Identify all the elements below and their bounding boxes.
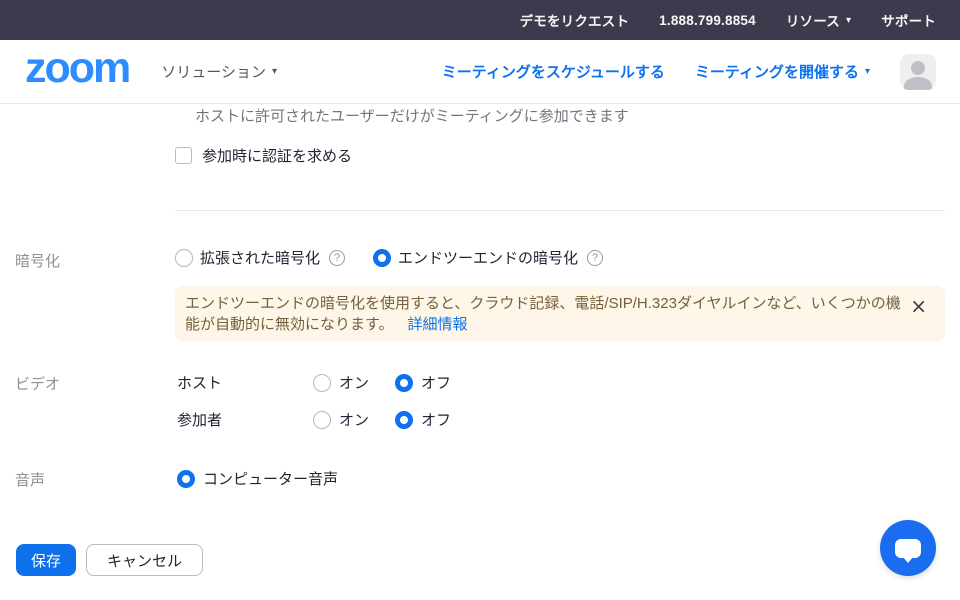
cancel-button[interactable]: キャンセル bbox=[86, 544, 203, 576]
help-question-icon[interactable]: ? bbox=[329, 250, 345, 266]
save-button[interactable]: 保存 bbox=[16, 544, 76, 576]
request-demo-link[interactable]: デモをリクエスト bbox=[520, 10, 630, 30]
meeting-settings-form: ホストに許可されたユーザーだけがミーティングに参加できます 参加時に認証を求める… bbox=[0, 104, 960, 600]
computer-audio-label: コンピューター音声 bbox=[203, 468, 338, 489]
host-meeting-menu[interactable]: ミーティングを開催する ▾ bbox=[695, 61, 870, 82]
radio-selected[interactable] bbox=[373, 249, 391, 267]
on-label: オン bbox=[339, 372, 369, 393]
schedule-meeting-link[interactable]: ミーティングをスケジュールする bbox=[442, 61, 665, 82]
top-utility-bar: デモをリクエスト 1.888.799.8854 リソース ▾ サポート bbox=[0, 0, 960, 40]
on-label: オン bbox=[339, 409, 369, 430]
audio-section-label: 音声 bbox=[15, 469, 45, 490]
avatar-person-icon bbox=[904, 77, 932, 90]
e2e-encryption-label: エンドツーエンドの暗号化 bbox=[398, 247, 578, 268]
radio-unselected[interactable] bbox=[313, 411, 331, 429]
computer-audio-option[interactable]: コンピューター音声 bbox=[177, 468, 338, 489]
zoom-settings-page: デモをリクエスト 1.888.799.8854 リソース ▾ サポート zoom… bbox=[0, 0, 960, 600]
e2e-warning-text: エンドツーエンドの暗号化を使用すると、クラウド記録、電話/SIP/H.323ダイ… bbox=[185, 295, 901, 333]
chat-support-fab[interactable] bbox=[880, 520, 936, 576]
encryption-options: 拡張された暗号化 ? エンドツーエンドの暗号化 ? bbox=[175, 247, 603, 268]
e2e-encryption-option[interactable]: エンドツーエンドの暗号化 ? bbox=[373, 247, 603, 268]
chevron-down-icon: ▾ bbox=[865, 66, 870, 77]
video-host-row: ホスト オン オフ bbox=[177, 372, 451, 393]
video-host-on-option[interactable]: オン bbox=[313, 372, 369, 393]
radio-selected[interactable] bbox=[395, 411, 413, 429]
video-host-label: ホスト bbox=[177, 372, 313, 393]
phone-number[interactable]: 1.888.799.8854 bbox=[659, 13, 756, 28]
main-header: zoom ソリューション ▾ ミーティングをスケジュールする ミーティングを開催… bbox=[0, 40, 960, 104]
radio-unselected[interactable] bbox=[175, 249, 193, 267]
video-section-label: ビデオ bbox=[15, 373, 60, 394]
radio-selected[interactable] bbox=[177, 470, 195, 488]
encryption-section-label: 暗号化 bbox=[15, 250, 60, 271]
require-auth-label: 参加時に認証を求める bbox=[202, 145, 352, 166]
solutions-menu[interactable]: ソリューション ▾ bbox=[161, 61, 277, 82]
learn-more-link[interactable]: 詳細情報 bbox=[408, 316, 468, 333]
enhanced-encryption-option[interactable]: 拡張された暗号化 ? bbox=[175, 247, 345, 268]
form-actions: 保存 キャンセル bbox=[16, 544, 203, 576]
host-meeting-label: ミーティングを開催する bbox=[695, 61, 859, 82]
close-icon[interactable]: × bbox=[910, 296, 927, 316]
video-participant-off-option[interactable]: オフ bbox=[395, 409, 451, 430]
chat-bubble-icon bbox=[895, 539, 921, 558]
chevron-down-icon: ▾ bbox=[272, 66, 277, 77]
video-participant-on-option[interactable]: オン bbox=[313, 409, 369, 430]
resources-label: リソース bbox=[786, 10, 840, 30]
security-helper-text: ホストに許可されたユーザーだけがミーティングに参加できます bbox=[195, 105, 629, 126]
off-label: オフ bbox=[421, 372, 451, 393]
enhanced-encryption-label: 拡張された暗号化 bbox=[200, 247, 320, 268]
profile-avatar[interactable] bbox=[900, 54, 936, 90]
require-auth-row[interactable]: 参加時に認証を求める bbox=[175, 145, 352, 166]
video-participant-label: 参加者 bbox=[177, 409, 313, 430]
require-auth-checkbox[interactable] bbox=[175, 147, 192, 164]
support-link[interactable]: サポート bbox=[881, 10, 936, 30]
radio-selected[interactable] bbox=[395, 374, 413, 392]
resources-menu[interactable]: リソース ▾ bbox=[786, 10, 851, 30]
avatar-person-icon bbox=[911, 61, 925, 75]
radio-unselected[interactable] bbox=[313, 374, 331, 392]
section-divider bbox=[175, 210, 945, 211]
header-right: ミーティングをスケジュールする ミーティングを開催する ▾ bbox=[442, 54, 936, 90]
video-host-off-option[interactable]: オフ bbox=[395, 372, 451, 393]
chevron-down-icon: ▾ bbox=[846, 15, 851, 26]
e2e-warning-banner: エンドツーエンドの暗号化を使用すると、クラウド記録、電話/SIP/H.323ダイ… bbox=[175, 286, 945, 342]
solutions-label: ソリューション bbox=[161, 61, 266, 82]
help-question-icon[interactable]: ? bbox=[587, 250, 603, 266]
off-label: オフ bbox=[421, 409, 451, 430]
video-participant-row: 参加者 オン オフ bbox=[177, 409, 451, 430]
zoom-logo[interactable]: zoom bbox=[25, 47, 129, 96]
